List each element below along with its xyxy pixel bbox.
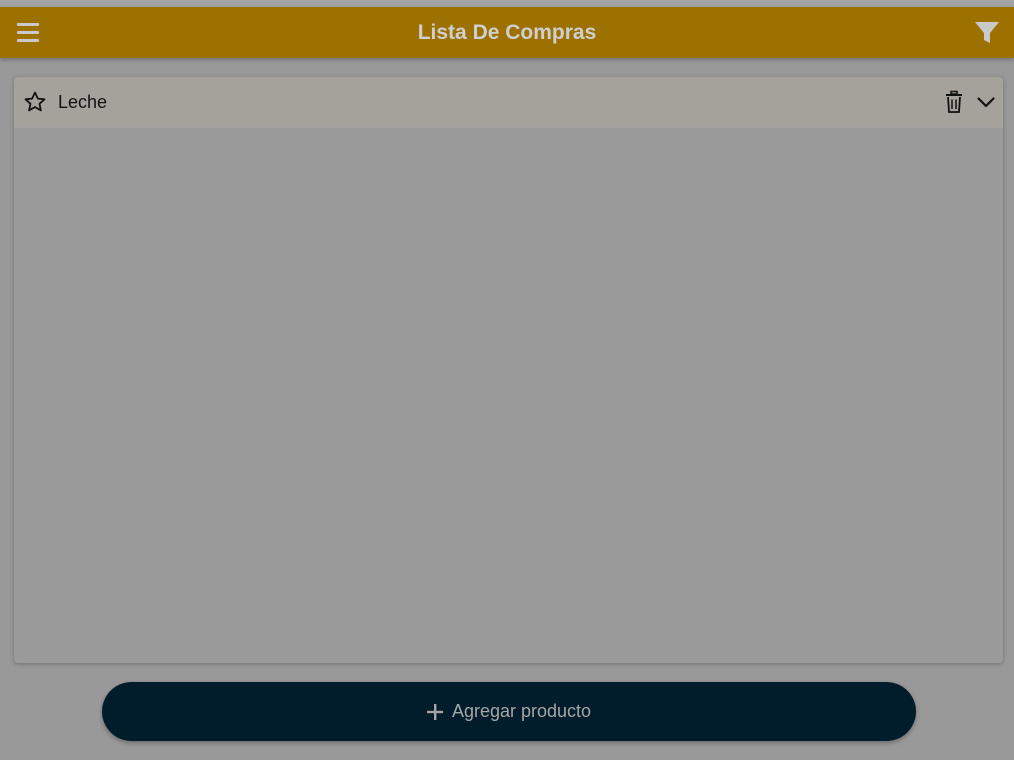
top-strip bbox=[0, 0, 1014, 7]
add-product-label: Agregar producto bbox=[451, 701, 592, 721]
chevron-down-icon bbox=[977, 97, 995, 108]
shopping-list: Leche bbox=[14, 77, 1003, 663]
trash-icon bbox=[946, 90, 962, 113]
add-product-button[interactable]: Agregar producto bbox=[102, 682, 916, 741]
app-title: Lista De Compras bbox=[417, 21, 597, 44]
expand-item-button[interactable] bbox=[975, 91, 997, 113]
delete-item-button[interactable] bbox=[944, 90, 964, 114]
favorite-button[interactable] bbox=[23, 90, 47, 114]
add-product-content: Agregar producto bbox=[102, 682, 916, 741]
list-item[interactable]: Leche bbox=[14, 77, 1003, 128]
menu-button[interactable] bbox=[17, 23, 39, 42]
star-outline-icon bbox=[24, 91, 46, 112]
filter-funnel-icon bbox=[975, 22, 999, 43]
plus-icon bbox=[426, 703, 443, 720]
filter-button[interactable] bbox=[973, 20, 1001, 46]
app-bar: Lista De Compras bbox=[0, 7, 1014, 58]
item-name: Leche bbox=[58, 92, 108, 112]
